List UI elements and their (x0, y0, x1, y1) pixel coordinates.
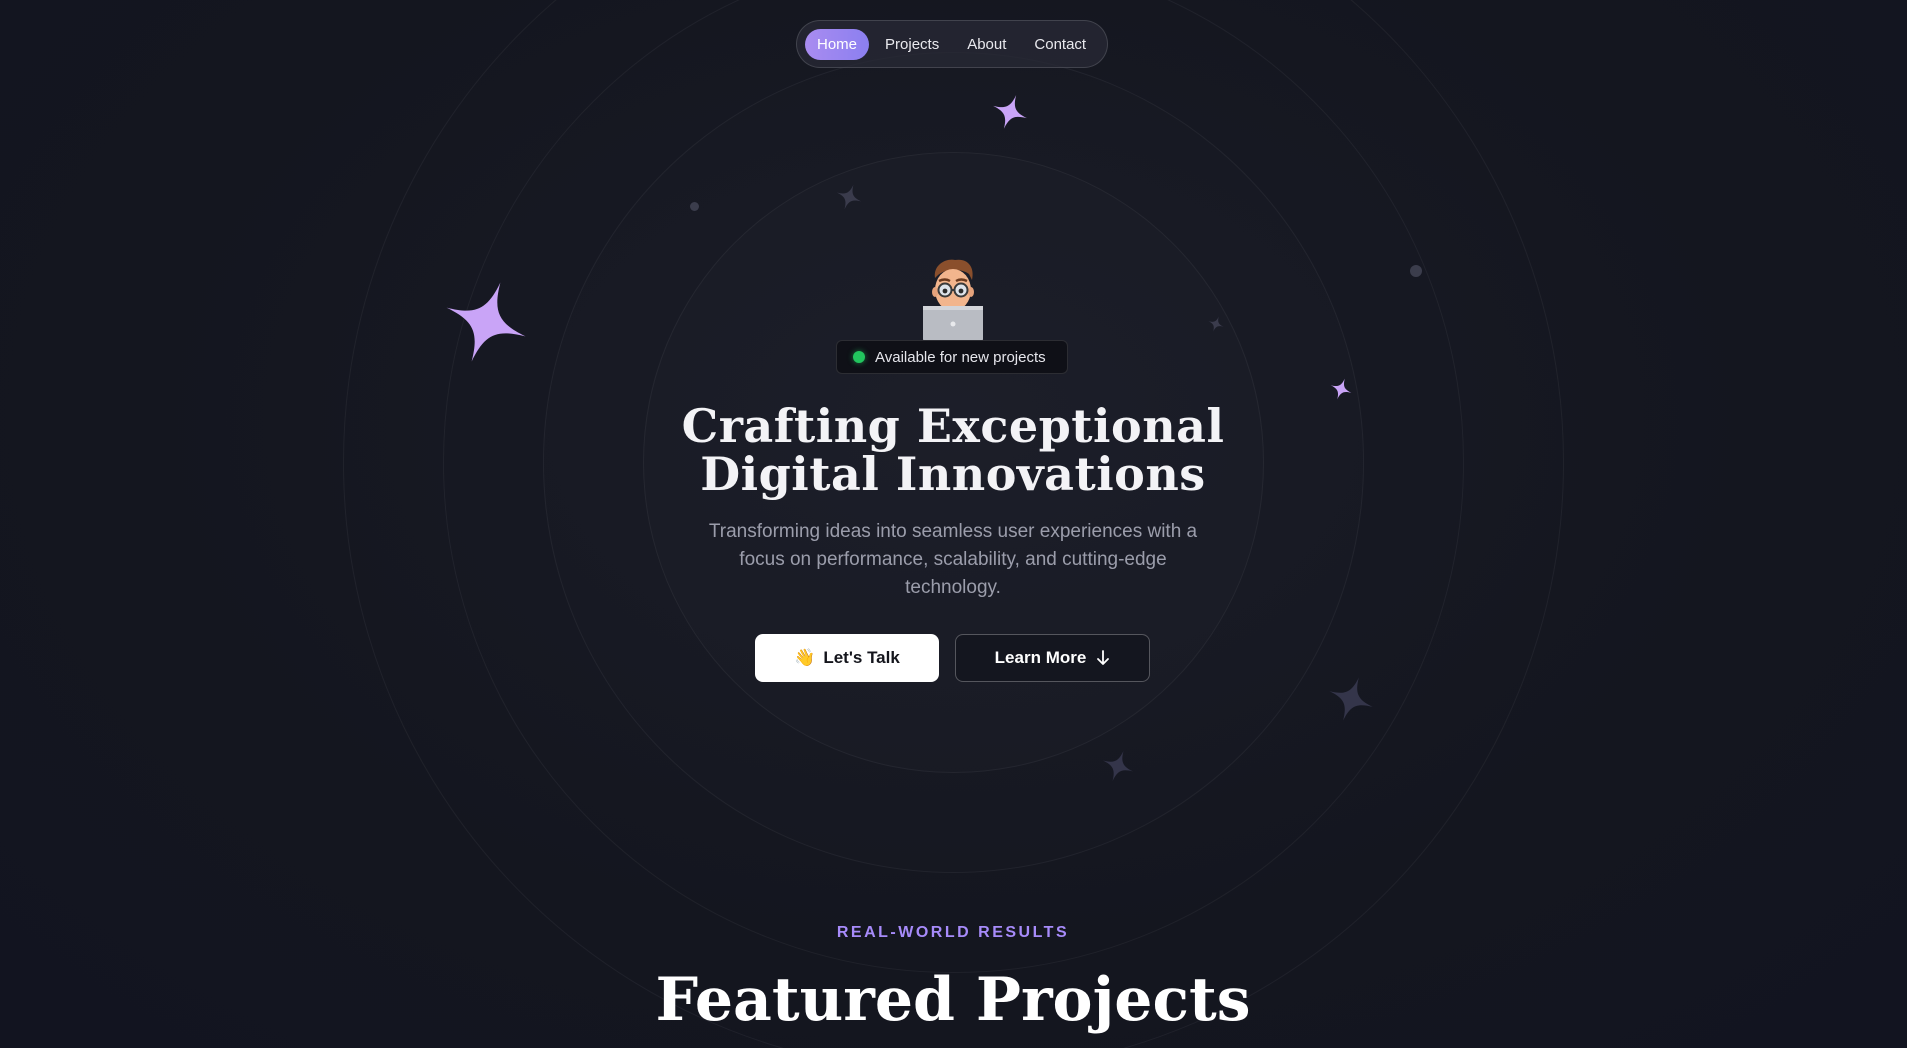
nav-item-home[interactable]: Home (805, 28, 870, 60)
lets-talk-label: Let's Talk (823, 648, 900, 667)
learn-more-label: Learn More (994, 648, 1087, 667)
section-title: Featured Projects (655, 965, 1251, 1035)
availability-badge: Available for new projects (836, 340, 1068, 374)
dim-sparkle-icon (1208, 316, 1224, 332)
status-dot-icon (853, 351, 865, 363)
small-sparkle-icon (1330, 378, 1352, 400)
memoji-avatar-icon (923, 259, 983, 342)
nav-item-about[interactable]: About (955, 29, 1018, 60)
hero-title-line1: Crafting Exceptional (681, 399, 1225, 453)
availability-text: Available for new projects (875, 348, 1046, 366)
top-nav: Home Projects About Contact (796, 20, 1108, 68)
decorative-dot (690, 202, 699, 211)
hero-title: Crafting Exceptional Digital Innovations (553, 402, 1353, 498)
hero-subtitle: Transforming ideas into seamless user ex… (708, 521, 1198, 598)
lets-talk-button[interactable]: 👋 Let's Talk (755, 634, 939, 682)
arrow-down-icon (1097, 650, 1110, 665)
nav-item-contact[interactable]: Contact (1022, 29, 1098, 60)
decorative-dot (1410, 265, 1422, 277)
dim-sparkle-icon (836, 184, 862, 210)
waving-hand-icon: 👋 (794, 648, 816, 667)
page: Home Projects About Contact Available fo… (0, 0, 1907, 1048)
section-eyebrow: REAL-WORLD RESULTS (836, 924, 1070, 941)
nav-item-projects[interactable]: Projects (873, 29, 951, 60)
learn-more-button[interactable]: Learn More (955, 634, 1150, 682)
dim-sparkle-icon (1102, 750, 1134, 782)
large-sparkle-icon (446, 282, 526, 362)
sparkle-icon (993, 95, 1027, 129)
hero-title-line2: Digital Innovations (700, 447, 1206, 501)
dim-sparkle-icon (1329, 677, 1373, 721)
